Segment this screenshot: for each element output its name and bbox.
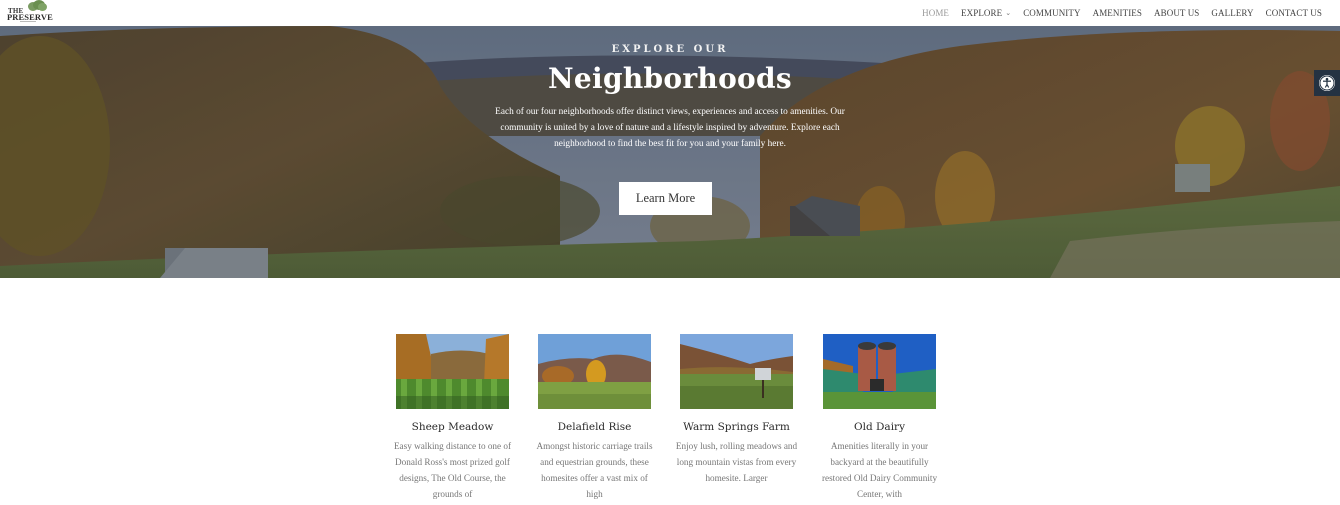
hero-title: Neighborhoods [548,62,792,95]
delafield-rise-image[interactable] [538,334,651,409]
nav-item-label: HOME [922,7,950,18]
old-dairy-image[interactable] [823,334,936,409]
site-logo[interactable]: THE PRESERVE [6,0,53,25]
neighborhood-cards: Sheep Meadow Easy walking distance to on… [394,334,937,505]
card-title[interactable]: Warm Springs Farm [660,421,813,433]
card-title[interactable]: Delafield Rise [518,421,671,433]
accessibility-button[interactable] [1314,70,1340,96]
nav-item-gallery[interactable]: GALLERY [1205,8,1259,18]
hero-eyebrow: EXPLORE OUR [611,44,729,55]
nav-item-amenities[interactable]: AMENITIES [1087,8,1148,18]
nav-item-about-us[interactable]: ABOUT US [1148,8,1205,18]
nav-item-label: COMMUNITY [1023,7,1081,18]
site-header: THE PRESERVE HOME EXPLORE ⌄ COMMUNITY AM… [0,0,1340,26]
sheep-meadow-image[interactable] [396,334,509,409]
accessibility-icon [1319,75,1335,91]
nav-item-label: EXPLORE [961,7,1003,18]
chevron-down-icon: ⌄ [1005,8,1012,17]
card-description: Easy walking distance to one of Donald R… [393,441,512,499]
nav-item-label: ABOUT US [1154,7,1200,18]
card-title[interactable]: Old Dairy [803,421,956,433]
warm-springs-farm-image[interactable] [680,334,793,409]
learn-more-button[interactable]: Learn More [619,182,712,215]
neighborhood-card-old-dairy: Old Dairy Amenities literally in your ba… [822,334,937,502]
neighborhood-card-warm-springs-farm: Warm Springs Farm Enjoy lush, rolling me… [676,334,797,486]
nav-item-label: CONTACT US [1265,7,1322,18]
nav-item-label: AMENITIES [1092,7,1143,18]
neighborhood-card-delafield-rise: Delafield Rise Amongst historic carriage… [536,334,653,502]
hero-description: Each of our four neighborhoods offer dis… [495,107,845,149]
hero-banner: EXPLORE OUR Neighborhoods Each of our fo… [0,26,1340,278]
nav-item-explore[interactable]: EXPLORE ⌄ [955,8,1017,18]
nav-item-label: GALLERY [1211,7,1254,18]
logo-tagline [20,21,36,22]
card-description: Amenities literally in your backyard at … [821,441,938,499]
nav-item-home[interactable]: HOME [916,8,955,18]
neighborhood-card-sheep-meadow: Sheep Meadow Easy walking distance to on… [394,334,511,502]
card-description: Amongst historic carriage trails and equ… [536,441,653,499]
main-nav: HOME EXPLORE ⌄ COMMUNITY AMENITIES ABOUT… [916,0,1328,25]
card-description: Enjoy lush, rolling meadows and long mou… [675,441,798,483]
nav-item-contact-us[interactable]: CONTACT US [1260,8,1328,18]
card-title[interactable]: Sheep Meadow [376,421,529,433]
nav-item-community[interactable]: COMMUNITY [1017,8,1086,18]
